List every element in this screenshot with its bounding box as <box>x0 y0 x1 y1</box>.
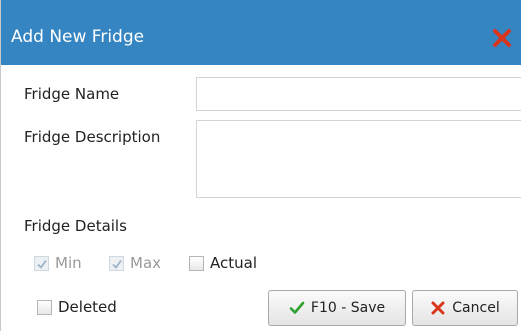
checkmark-icon <box>289 300 305 316</box>
close-icon[interactable] <box>491 27 513 49</box>
actual-checkbox-label: Actual <box>210 254 257 272</box>
fridge-description-label: Fridge Description <box>24 128 161 146</box>
deleted-checkbox-label: Deleted <box>58 298 117 316</box>
add-fridge-dialog: Add New Fridge Fridge Name Fridge Descri… <box>0 0 521 331</box>
min-checkbox-row[interactable]: Min <box>34 254 82 272</box>
fridge-name-input[interactable] <box>196 77 521 111</box>
x-icon <box>430 300 446 316</box>
dialog-title: Add New Fridge <box>11 27 145 47</box>
deleted-checkbox[interactable] <box>37 299 52 315</box>
dialog-titlebar: Add New Fridge <box>1 0 521 65</box>
min-checkbox-label: Min <box>55 254 82 272</box>
min-checkbox[interactable] <box>34 255 49 271</box>
cancel-button-label: Cancel <box>452 300 500 316</box>
fridge-name-label: Fridge Name <box>24 85 120 103</box>
deleted-checkbox-row[interactable]: Deleted <box>37 298 117 316</box>
actual-checkbox-row[interactable]: Actual <box>189 254 257 272</box>
max-checkbox[interactable] <box>109 255 124 271</box>
max-checkbox-row[interactable]: Max <box>109 254 161 272</box>
cancel-button[interactable]: Cancel <box>412 290 518 326</box>
save-button[interactable]: F10 - Save <box>268 290 406 326</box>
save-button-label: F10 - Save <box>310 300 386 316</box>
actual-checkbox[interactable] <box>189 255 204 271</box>
fridge-description-input[interactable] <box>196 120 521 198</box>
fridge-details-label: Fridge Details <box>24 217 127 235</box>
max-checkbox-label: Max <box>130 254 162 272</box>
